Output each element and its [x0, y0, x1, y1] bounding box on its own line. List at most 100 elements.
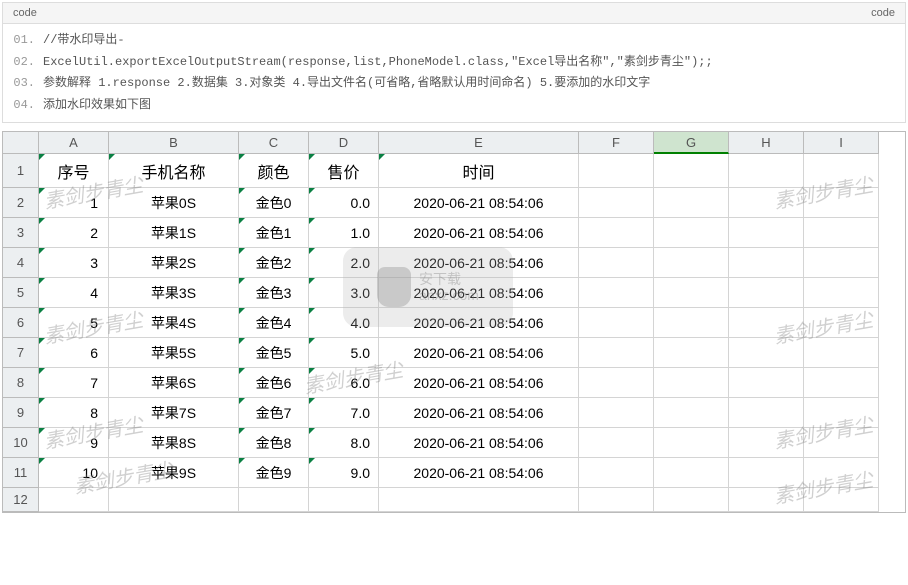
cell-time[interactable]: 2020-06-21 08:54:06 — [379, 188, 579, 218]
cell-price[interactable]: 7.0 — [309, 398, 379, 428]
empty-cell[interactable] — [579, 218, 654, 248]
cell-time[interactable]: 2020-06-21 08:54:06 — [379, 428, 579, 458]
empty-cell[interactable] — [579, 248, 654, 278]
empty-cell[interactable] — [804, 188, 879, 218]
column-header-F[interactable]: F — [579, 132, 654, 154]
empty-cell[interactable] — [579, 368, 654, 398]
cell-name[interactable]: 苹果5S — [109, 338, 239, 368]
empty-cell[interactable] — [654, 188, 729, 218]
column-header-E[interactable]: E — [379, 132, 579, 154]
cell-name[interactable]: 苹果3S — [109, 278, 239, 308]
empty-cell[interactable] — [804, 458, 879, 488]
empty-cell[interactable] — [729, 278, 804, 308]
row-header-1[interactable]: 1 — [3, 154, 39, 188]
empty-cell[interactable] — [729, 398, 804, 428]
data-header[interactable]: 售价 — [309, 154, 379, 188]
cell-name[interactable]: 苹果8S — [109, 428, 239, 458]
cell-name[interactable]: 苹果4S — [109, 308, 239, 338]
cell-price[interactable]: 5.0 — [309, 338, 379, 368]
cell-time[interactable]: 2020-06-21 08:54:06 — [379, 368, 579, 398]
cell-index[interactable]: 2 — [39, 218, 109, 248]
cell-index[interactable]: 8 — [39, 398, 109, 428]
cell-color[interactable]: 金色7 — [239, 398, 309, 428]
empty-cell[interactable] — [654, 308, 729, 338]
empty-cell[interactable] — [804, 154, 879, 188]
empty-cell[interactable] — [804, 278, 879, 308]
cell-price[interactable]: 9.0 — [309, 458, 379, 488]
column-header-H[interactable]: H — [729, 132, 804, 154]
row-header-2[interactable]: 2 — [3, 188, 39, 218]
row-header-11[interactable]: 11 — [3, 458, 39, 488]
select-all-corner[interactable] — [3, 132, 39, 154]
row-header-8[interactable]: 8 — [3, 368, 39, 398]
cell-color[interactable]: 金色4 — [239, 308, 309, 338]
empty-cell[interactable] — [654, 248, 729, 278]
empty-cell[interactable] — [109, 488, 239, 512]
row-header-7[interactable]: 7 — [3, 338, 39, 368]
cell-color[interactable]: 金色6 — [239, 368, 309, 398]
cell-index[interactable]: 4 — [39, 278, 109, 308]
cell-price[interactable]: 3.0 — [309, 278, 379, 308]
empty-cell[interactable] — [654, 488, 729, 512]
cell-price[interactable]: 2.0 — [309, 248, 379, 278]
empty-cell[interactable] — [729, 154, 804, 188]
empty-cell[interactable] — [729, 338, 804, 368]
cell-index[interactable]: 9 — [39, 428, 109, 458]
row-header-6[interactable]: 6 — [3, 308, 39, 338]
empty-cell[interactable] — [309, 488, 379, 512]
row-header-5[interactable]: 5 — [3, 278, 39, 308]
cell-price[interactable]: 8.0 — [309, 428, 379, 458]
cell-index[interactable]: 5 — [39, 308, 109, 338]
empty-cell[interactable] — [654, 154, 729, 188]
data-header[interactable]: 颜色 — [239, 154, 309, 188]
row-header-12[interactable]: 12 — [3, 488, 39, 512]
row-header-9[interactable]: 9 — [3, 398, 39, 428]
data-header[interactable]: 手机名称 — [109, 154, 239, 188]
empty-cell[interactable] — [804, 488, 879, 512]
empty-cell[interactable] — [654, 338, 729, 368]
empty-cell[interactable] — [39, 488, 109, 512]
empty-cell[interactable] — [804, 398, 879, 428]
empty-cell[interactable] — [654, 278, 729, 308]
empty-cell[interactable] — [579, 188, 654, 218]
column-header-G[interactable]: G — [654, 132, 729, 154]
cell-name[interactable]: 苹果1S — [109, 218, 239, 248]
data-header[interactable]: 序号 — [39, 154, 109, 188]
cell-index[interactable]: 3 — [39, 248, 109, 278]
empty-cell[interactable] — [654, 218, 729, 248]
empty-cell[interactable] — [579, 428, 654, 458]
cell-time[interactable]: 2020-06-21 08:54:06 — [379, 218, 579, 248]
empty-cell[interactable] — [729, 248, 804, 278]
cell-index[interactable]: 7 — [39, 368, 109, 398]
cell-index[interactable]: 6 — [39, 338, 109, 368]
cell-color[interactable]: 金色5 — [239, 338, 309, 368]
column-header-C[interactable]: C — [239, 132, 309, 154]
column-header-B[interactable]: B — [109, 132, 239, 154]
empty-cell[interactable] — [579, 488, 654, 512]
empty-cell[interactable] — [804, 338, 879, 368]
cell-time[interactable]: 2020-06-21 08:54:06 — [379, 278, 579, 308]
empty-cell[interactable] — [729, 188, 804, 218]
empty-cell[interactable] — [804, 248, 879, 278]
empty-cell[interactable] — [804, 368, 879, 398]
cell-price[interactable]: 0.0 — [309, 188, 379, 218]
cell-color[interactable]: 金色0 — [239, 188, 309, 218]
cell-index[interactable]: 10 — [39, 458, 109, 488]
cell-price[interactable]: 1.0 — [309, 218, 379, 248]
row-header-3[interactable]: 3 — [3, 218, 39, 248]
cell-name[interactable]: 苹果7S — [109, 398, 239, 428]
cell-time[interactable]: 2020-06-21 08:54:06 — [379, 458, 579, 488]
empty-cell[interactable] — [804, 428, 879, 458]
empty-cell[interactable] — [579, 458, 654, 488]
cell-color[interactable]: 金色8 — [239, 428, 309, 458]
empty-cell[interactable] — [579, 308, 654, 338]
empty-cell[interactable] — [804, 218, 879, 248]
cell-name[interactable]: 苹果0S — [109, 188, 239, 218]
column-header-A[interactable]: A — [39, 132, 109, 154]
empty-cell[interactable] — [654, 368, 729, 398]
cell-color[interactable]: 金色2 — [239, 248, 309, 278]
empty-cell[interactable] — [654, 428, 729, 458]
cell-name[interactable]: 苹果6S — [109, 368, 239, 398]
empty-cell[interactable] — [379, 488, 579, 512]
empty-cell[interactable] — [729, 428, 804, 458]
